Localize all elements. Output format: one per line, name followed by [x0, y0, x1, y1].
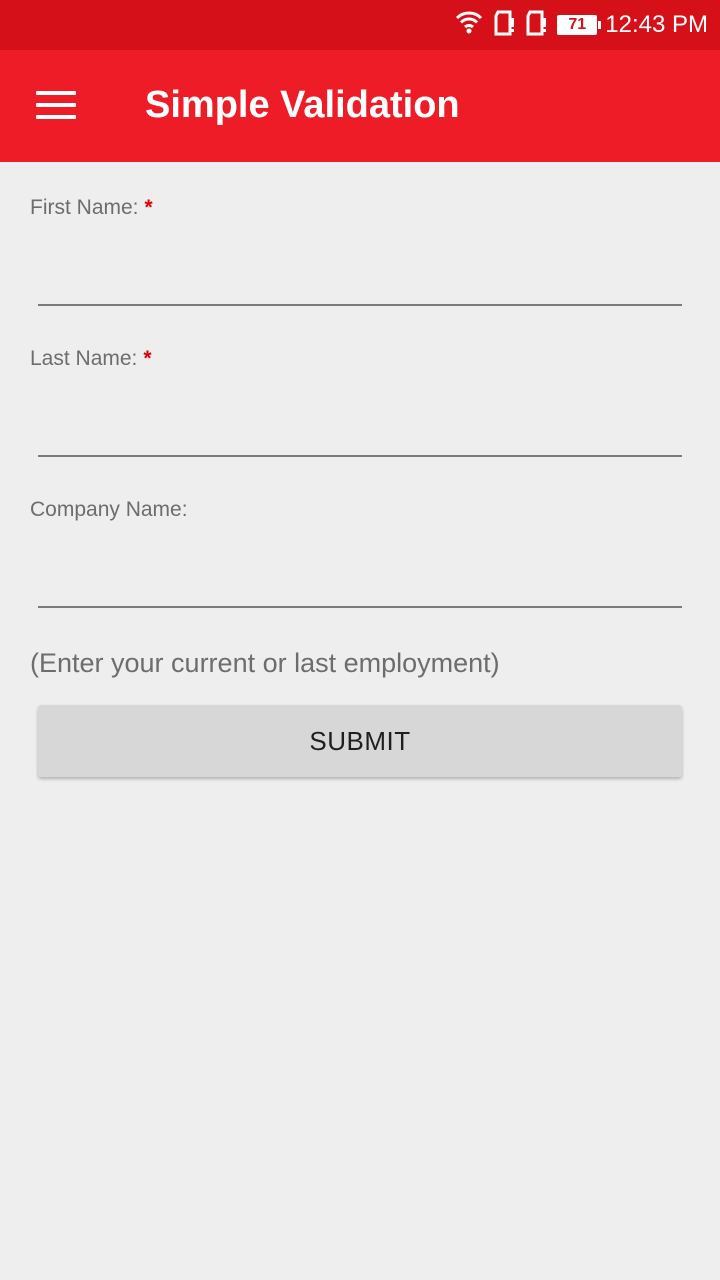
- first-name-label: First Name: *: [30, 196, 153, 220]
- company-hint-text: (Enter your current or last employment): [30, 648, 500, 678]
- status-time: 12:43 PM: [605, 11, 708, 38]
- wifi-icon: [455, 11, 483, 40]
- hamburger-menu-icon[interactable]: [36, 91, 76, 121]
- sim-1-icon: [493, 10, 515, 41]
- required-mark: *: [143, 347, 152, 370]
- first-name-field[interactable]: [38, 258, 682, 306]
- battery-icon: 71: [557, 15, 602, 35]
- status-bar: 71 12:43 PM: [0, 0, 720, 50]
- last-name-label-text: Last Name:: [30, 347, 138, 370]
- app-bar: Simple Validation: [0, 50, 720, 162]
- sim-2-icon: [525, 10, 547, 41]
- last-name-label: Last Name: *: [30, 347, 152, 371]
- page-title: Simple Validation: [145, 84, 460, 126]
- required-mark: *: [144, 196, 153, 219]
- first-name-label-text: First Name:: [30, 196, 139, 219]
- status-icons: 71 12:43 PM: [455, 0, 708, 50]
- company-name-label: Company Name:: [30, 498, 188, 521]
- company-name-field[interactable]: [38, 560, 682, 608]
- last-name-field[interactable]: [38, 409, 682, 457]
- submit-button[interactable]: SUBMIT: [38, 705, 682, 777]
